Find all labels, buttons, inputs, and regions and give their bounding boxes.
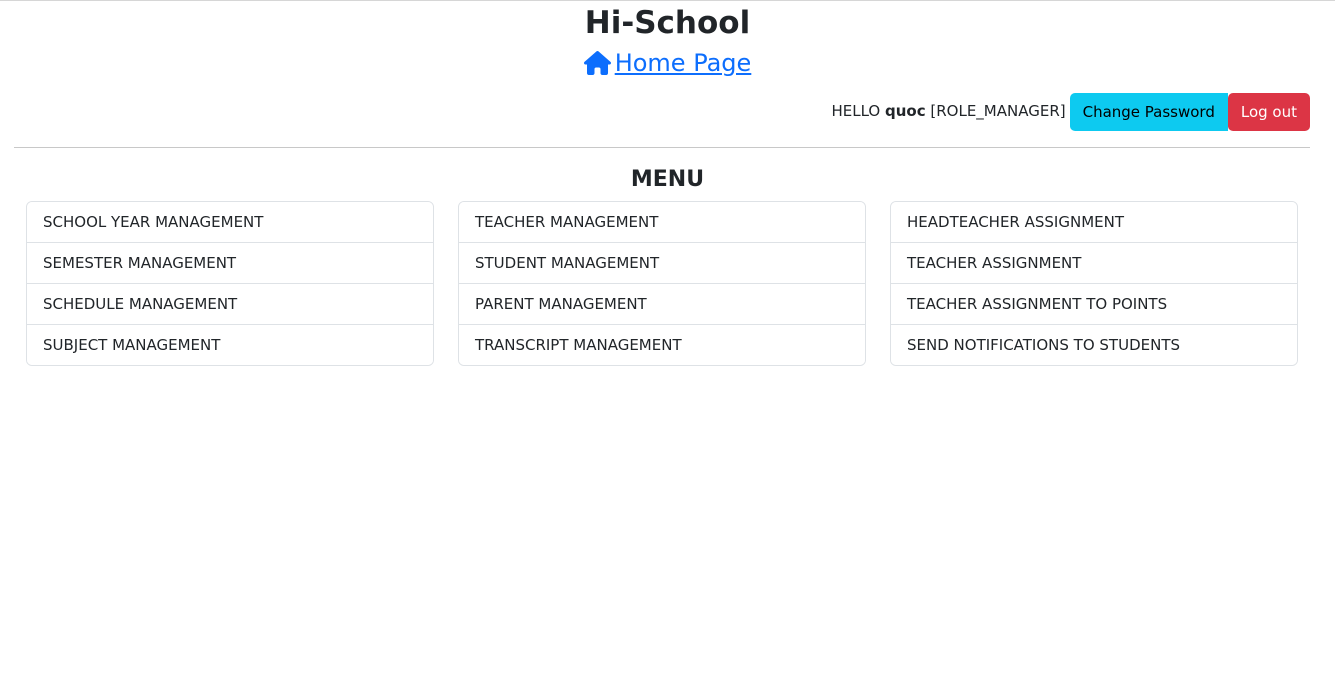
home-page-link-label: Home Page <box>614 49 752 77</box>
menu-item-headteacher-assignment[interactable]: HEADTEACHER ASSIGNMENT <box>891 202 1297 242</box>
site-title: Hi-School <box>584 5 751 41</box>
logout-button[interactable]: Log out <box>1227 93 1310 131</box>
top-divider <box>0 0 1335 1</box>
menu-column-1: SCHOOL YEAR MANAGEMENT SEMESTER MANAGEME… <box>26 201 434 366</box>
user-role: [ROLE_MANAGER] <box>925 101 1066 120</box>
menu-item-subject-management[interactable]: SUBJECT MANAGEMENT <box>27 324 433 365</box>
greeting-hello: HELLO <box>831 101 885 120</box>
menu-column-2: TEACHER MANAGEMENT STUDENT MANAGEMENT PA… <box>458 201 866 366</box>
menu-item-teacher-management[interactable]: TEACHER MANAGEMENT <box>459 202 865 242</box>
menu-title: MENU <box>630 167 705 192</box>
greeting-text: HELLO quoc [ROLE_MANAGER] <box>831 102 1065 120</box>
user-bar: HELLO quoc [ROLE_MANAGER] Change Passwor… <box>831 93 1310 131</box>
change-password-button[interactable]: Change Password <box>1069 93 1228 131</box>
page: Hi-School Home Page HELLO quoc [ROLE_MAN… <box>0 0 1335 700</box>
menu-item-school-year-management[interactable]: SCHOOL YEAR MANAGEMENT <box>27 202 433 242</box>
menu-item-schedule-management[interactable]: SCHEDULE MANAGEMENT <box>27 283 433 324</box>
menu-item-send-notifications-to-students[interactable]: SEND NOTIFICATIONS TO STUDENTS <box>891 324 1297 365</box>
username: quoc <box>884 101 926 120</box>
menu-item-parent-management[interactable]: PARENT MANAGEMENT <box>459 283 865 324</box>
home-page-link[interactable]: Home Page <box>583 47 752 79</box>
menu-item-semester-management[interactable]: SEMESTER MANAGEMENT <box>27 242 433 283</box>
menu-item-teacher-assignment-to-points[interactable]: TEACHER ASSIGNMENT TO POINTS <box>891 283 1297 324</box>
menu-column-3: HEADTEACHER ASSIGNMENT TEACHER ASSIGNMEN… <box>890 201 1298 366</box>
home-link-container: Home Page <box>0 47 1335 86</box>
menu-item-student-management[interactable]: STUDENT MANAGEMENT <box>459 242 865 283</box>
home-icon <box>583 51 611 75</box>
header-divider <box>14 147 1310 148</box>
menu-columns: SCHOOL YEAR MANAGEMENT SEMESTER MANAGEME… <box>26 201 1298 366</box>
menu-item-teacher-assignment[interactable]: TEACHER ASSIGNMENT <box>891 242 1297 283</box>
menu-item-transcript-management[interactable]: TRANSCRIPT MANAGEMENT <box>459 324 865 365</box>
